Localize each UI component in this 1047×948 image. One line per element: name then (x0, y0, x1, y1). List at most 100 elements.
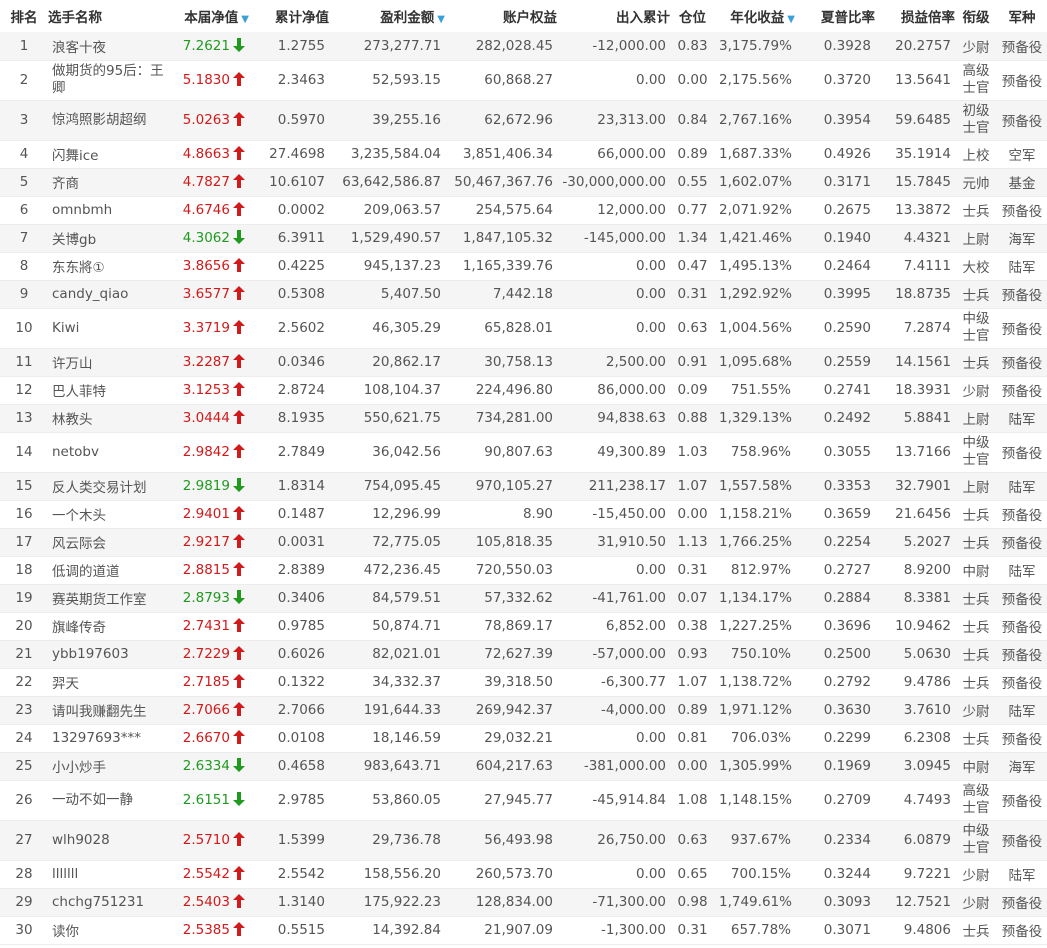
row-equity: 224,496.80 (445, 376, 557, 405)
row-name[interactable]: 羿天 (48, 668, 173, 697)
table-row[interactable]: 30 读你 2.5385 0.5515 14,392.84 21,907.09 -1,300… (0, 916, 1047, 945)
row-grade: 高级士官 (955, 60, 997, 101)
row-flow: 211,238.17 (557, 472, 670, 501)
row-profit: 39,255.16 (329, 100, 445, 141)
row-name[interactable]: 做期货的95后：王卿 (48, 60, 173, 101)
row-name[interactable]: 一个木头 (48, 500, 173, 529)
sort-down-icon[interactable]: ▼ (241, 14, 249, 25)
row-cum-nav: 0.3406 (249, 584, 329, 613)
row-name[interactable]: 13297693*** (48, 724, 173, 753)
row-name[interactable]: 林教头 (48, 404, 173, 433)
row-name[interactable]: Kiwi (48, 308, 173, 349)
row-name[interactable]: 东东將① (48, 252, 173, 281)
row-rank: 26 (0, 780, 48, 821)
row-name[interactable]: candy_qiao (48, 280, 173, 309)
row-nav: 3.0444 (173, 404, 249, 433)
table-row[interactable]: 25 小小炒手 2.6334 0.4658 983,643.71 604,217.63 -3… (0, 752, 1047, 781)
sort-down-icon[interactable]: ▼ (787, 14, 795, 25)
row-rank: 8 (0, 252, 48, 281)
header-branch[interactable]: 军种 (997, 0, 1047, 32)
table-row[interactable]: 16 一个木头 2.9401 0.1487 12,296.99 8.90 -15,450.0… (0, 500, 1047, 529)
header-sharpe[interactable]: 夏普比率 (795, 0, 875, 32)
table-row[interactable]: 10 Kiwi 3.3719 2.5602 46,305.29 65,828.01 0.00… (0, 308, 1047, 349)
header-position[interactable]: 仓位 (670, 0, 715, 32)
table-row[interactable]: 14 netobv 2.9842 2.7849 36,042.56 90,807.63 49… (0, 432, 1047, 473)
table-row[interactable]: 5 齐商 4.7827 10.6107 63,642,586.87 50,467,367.… (0, 168, 1047, 197)
row-name[interactable]: 赛英期货工作室 (48, 584, 173, 613)
table-row[interactable]: 26 一动不如一静 2.6151 2.9785 53,860.05 27,945.77 -4… (0, 780, 1047, 821)
row-name[interactable]: 闪舞ice (48, 140, 173, 169)
row-profit: 29,736.78 (329, 820, 445, 861)
table-row[interactable]: 12 巴人菲特 3.1253 2.8724 108,104.37 224,496.80 86… (0, 376, 1047, 405)
row-cum-nav: 2.8389 (249, 556, 329, 585)
table-row[interactable]: 23 请叫我赚翻先生 2.7066 2.7066 191,644.33 269,942.3… (0, 696, 1047, 725)
row-name[interactable]: omnbmh (48, 196, 173, 225)
table-row[interactable]: 28 lllllll 2.5542 2.5542 158,556.20 260,573.7… (0, 860, 1047, 889)
table-row[interactable]: 27 wlh9028 2.5710 1.5399 29,736.78 56,493.98 2… (0, 820, 1047, 861)
row-name[interactable]: 一动不如一静 (48, 780, 173, 821)
table-row[interactable]: 7 关博gb 4.3062 6.3911 1,529,490.57 1,847,105.3… (0, 224, 1047, 253)
ranking-table: 排名 选手名称 本届净值 ▼ 累计净值 盈利金额 ▼ 账户权益 出入累计 仓位 年化… (0, 0, 1047, 945)
table-row[interactable]: 15 反人类交易计划 2.9819 1.8314 754,095.45 970,105.2… (0, 472, 1047, 501)
row-equity: 60,868.27 (445, 60, 557, 101)
row-flow: 0.00 (557, 308, 670, 349)
row-name[interactable]: 齐商 (48, 168, 173, 197)
table-row[interactable]: 21 ybb197603 2.7229 0.6026 82,021.01 72,627.3… (0, 640, 1047, 669)
row-name[interactable]: 许万山 (48, 348, 173, 377)
row-name[interactable]: wlh9028 (48, 820, 173, 861)
header-grade[interactable]: 衔级 (955, 0, 997, 32)
sort-down-icon[interactable]: ▼ (437, 14, 445, 25)
header-annual[interactable]: 年化收益 ▼ (715, 0, 795, 32)
table-row[interactable]: 18 低调的道道 2.8815 2.8389 472,236.45 720,550.03 0… (0, 556, 1047, 585)
table-row[interactable]: 2 做期货的95后：王卿 5.1830 2.3463 52,593.15 60,868.2… (0, 60, 1047, 101)
row-name[interactable]: chchg751231 (48, 888, 173, 917)
table-row[interactable]: 13 林教头 3.0444 8.1935 550,621.75 734,281.00 94,… (0, 404, 1047, 433)
header-flow[interactable]: 出入累计 (557, 0, 670, 32)
table-row[interactable]: 11 许万山 3.2287 0.0346 20,862.17 30,758.13 2,500… (0, 348, 1047, 377)
row-annual: 751.55% (715, 376, 795, 405)
row-name[interactable]: 旗峰传奇 (48, 612, 173, 641)
header-cum-nav[interactable]: 累计净值 (249, 0, 329, 32)
row-name[interactable]: 巴人菲特 (48, 376, 173, 405)
row-name[interactable]: 请叫我赚翻先生 (48, 696, 173, 725)
table-row[interactable]: 29 chchg751231 2.5403 1.3140 175,922.23 128,8… (0, 888, 1047, 917)
row-cum-nav: 0.0346 (249, 348, 329, 377)
row-profit: 12,296.99 (329, 500, 445, 529)
row-sharpe: 0.3353 (795, 472, 875, 501)
table-row[interactable]: 24 13297693*** 2.6670 0.0108 18,146.59 29,032… (0, 724, 1047, 753)
row-name[interactable]: 浪客十夜 (48, 32, 173, 61)
table-row[interactable]: 4 闪舞ice 4.8663 27.4698 3,235,584.04 3,851,406… (0, 140, 1047, 169)
table-row[interactable]: 20 旗峰传奇 2.7431 0.9785 50,874.71 78,869.17 6,85… (0, 612, 1047, 641)
row-name[interactable]: 读你 (48, 916, 173, 945)
header-equity[interactable]: 账户权益 (445, 0, 557, 32)
row-name[interactable]: 风云际会 (48, 528, 173, 557)
row-name[interactable]: 反人类交易计划 (48, 472, 173, 501)
row-grade: 士兵 (955, 724, 997, 753)
row-position: 1.34 (670, 224, 715, 253)
table-row[interactable]: 6 omnbmh 4.6746 0.0002 209,063.57 254,575.64 1… (0, 196, 1047, 225)
row-name[interactable]: ybb197603 (48, 640, 173, 669)
header-rank[interactable]: 排名 (0, 0, 48, 32)
header-nav[interactable]: 本届净值 ▼ (173, 0, 249, 32)
row-rank: 21 (0, 640, 48, 669)
row-name[interactable]: 惊鸿照影胡超纲 (48, 100, 173, 141)
row-name[interactable]: lllllll (48, 860, 173, 889)
table-row[interactable]: 19 赛英期货工作室 2.8793 0.3406 84,579.51 57,332.62-… (0, 584, 1047, 613)
header-pl-ratio[interactable]: 损益倍率 (875, 0, 955, 32)
row-grade: 少尉 (955, 860, 997, 889)
row-name[interactable]: netobv (48, 432, 173, 473)
header-profit[interactable]: 盈利金额 ▼ (329, 0, 445, 32)
table-row[interactable]: 9 candy_qiao 3.6577 0.5308 5,407.50 7,442.18 0… (0, 280, 1047, 309)
row-grade: 中尉 (955, 752, 997, 781)
row-name[interactable]: 小小炒手 (48, 752, 173, 781)
row-equity: 720,550.03 (445, 556, 557, 585)
table-row[interactable]: 1 浪客十夜 7.2621 1.2755 273,277.71 282,028.45 -12… (0, 32, 1047, 61)
row-nav: 3.3719 (173, 308, 249, 349)
table-row[interactable]: 3 惊鸿照影胡超纲 5.0263 0.5970 39,255.16 62,672.96 23… (0, 100, 1047, 141)
table-row[interactable]: 8 东东將① 3.8656 0.4225 945,137.23 1,165,339.76 0… (0, 252, 1047, 281)
row-name[interactable]: 关博gb (48, 224, 173, 253)
table-row[interactable]: 17 风云际会 2.9217 0.0031 72,775.05 105,818.35 31,… (0, 528, 1047, 557)
header-name[interactable]: 选手名称 (48, 0, 173, 32)
table-row[interactable]: 22 羿天 2.7185 0.1322 34,332.37 39,318.50 -6,300… (0, 668, 1047, 697)
row-name[interactable]: 低调的道道 (48, 556, 173, 585)
